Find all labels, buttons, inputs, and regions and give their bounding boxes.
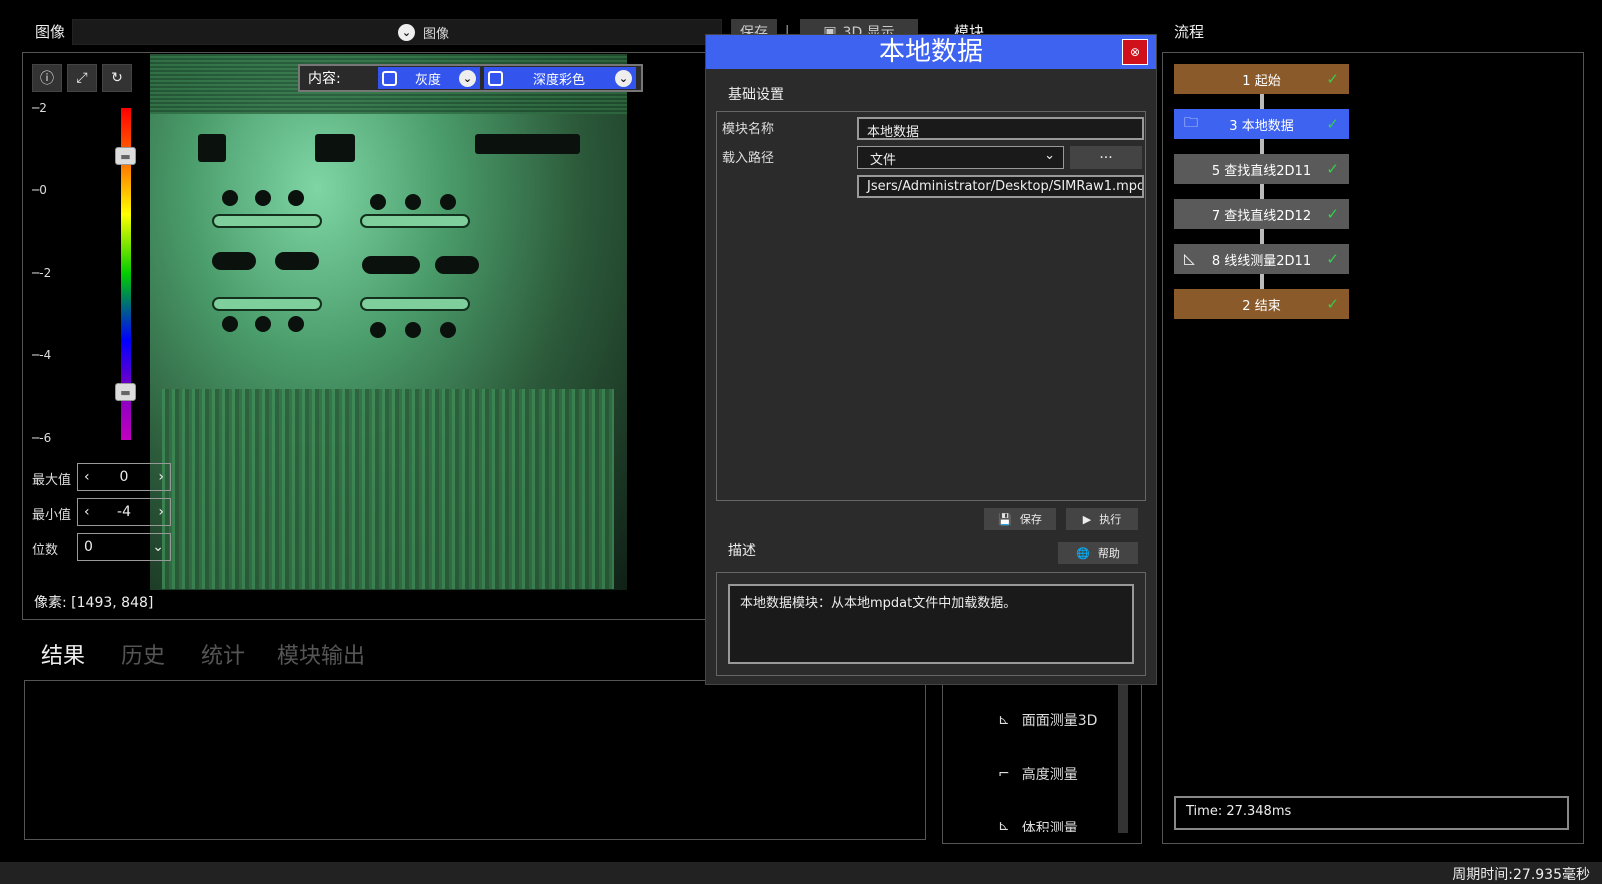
chevron-left-icon[interactable]: ‹ <box>84 469 90 485</box>
refresh-icon[interactable]: ↻ <box>102 64 132 92</box>
globe-icon: 🌐 <box>1076 546 1090 560</box>
content-option-depth[interactable]: 深度彩色 ⌄ <box>484 67 636 89</box>
module-name-label: 模块名称 <box>722 122 775 137</box>
max-value: 0 <box>119 469 129 485</box>
flow-node[interactable]: 1 起始 ✓ <box>1174 64 1349 94</box>
max-stepper[interactable]: ‹ 0 › <box>77 463 171 491</box>
colorbar-tick: ─2 <box>32 101 47 115</box>
content-selector-bar: 内容: 灰度 ⌄ 深度彩色 ⌄ <box>298 64 643 92</box>
chevron-down-icon: ⌄ <box>398 24 415 41</box>
image-source-label: 图像 <box>423 27 450 42</box>
colorbar-min-handle[interactable]: ▬ <box>115 383 136 401</box>
help-button[interactable]: 🌐 帮助 <box>1058 542 1138 564</box>
result-area <box>24 680 926 840</box>
check-icon: ✓ <box>1326 205 1339 223</box>
content-label: 内容: <box>308 71 341 87</box>
chevron-down-icon: ⌄ <box>1044 148 1055 163</box>
tab-history[interactable]: 历史 <box>121 638 165 670</box>
module-item[interactable]: ⌐ 高度测量 <box>998 764 1078 784</box>
load-type-select[interactable]: 文件 ⌄ <box>857 146 1064 169</box>
tab-statistics[interactable]: 统计 <box>201 638 245 670</box>
flow-node[interactable]: 🗀 3 本地数据 ✓ <box>1174 109 1349 139</box>
pixel-readout: 像素: [1493, 848] <box>34 595 154 611</box>
checkbox-icon[interactable] <box>382 70 397 86</box>
path-input[interactable]: Jsers/Administrator/Desktop/SIMRaw1.mpda… <box>857 175 1144 198</box>
folder-icon: 🗀 <box>1184 115 1198 131</box>
chevron-down-icon[interactable]: ⌄ <box>152 539 164 555</box>
description-text: 本地数据模块：从本地mpdat文件中加载数据。 <box>728 584 1134 664</box>
max-label: 最大值 <box>32 473 72 488</box>
colorbar-max-handle[interactable]: ▬ <box>115 147 136 165</box>
digits-label: 位数 <box>32 543 59 558</box>
height-measure-icon: ⌐ <box>998 766 1010 782</box>
content-option-gray[interactable]: 灰度 ⌄ <box>378 67 480 89</box>
flow-time: Time: 27.348ms <box>1174 796 1569 830</box>
image-source-select[interactable]: ⌄ 图像 <box>72 19 722 45</box>
basic-settings-heading: 基础设置 <box>728 87 784 103</box>
digits-select[interactable]: 0 ⌄ <box>77 533 171 561</box>
check-icon: ✓ <box>1326 250 1339 268</box>
info-icon[interactable]: ⓘ <box>32 64 62 92</box>
colorbar-tick: ─-6 <box>32 431 52 445</box>
description-heading: 描述 <box>728 543 756 559</box>
flow-node[interactable]: 7 查找直线2D12 ✓ <box>1174 199 1349 229</box>
chevron-right-icon[interactable]: › <box>158 469 164 485</box>
checkbox-icon[interactable] <box>488 70 503 86</box>
flow-panel-title: 流程 <box>1174 23 1205 41</box>
tab-result[interactable]: 结果 <box>41 638 85 670</box>
check-icon: ✓ <box>1326 70 1339 88</box>
flow-node[interactable]: 5 查找直线2D11 ✓ <box>1174 154 1349 184</box>
check-icon: ✓ <box>1326 295 1339 313</box>
fit-screen-icon[interactable]: ⤢ <box>67 64 97 92</box>
module-name-input[interactable]: 本地数据 <box>857 117 1144 140</box>
play-icon: ▶ <box>1082 512 1092 526</box>
flow-node[interactable]: 2 结束 ✓ <box>1174 289 1349 319</box>
run-button[interactable]: ▶ 执行 <box>1066 508 1138 530</box>
chevron-left-icon[interactable]: ‹ <box>84 504 90 520</box>
save-icon: 💾 <box>998 512 1012 526</box>
chevron-right-icon[interactable]: › <box>158 504 164 520</box>
colorbar-tick: ─-2 <box>32 266 52 280</box>
angle-ruler-icon: ◺ <box>1184 251 1195 267</box>
colorbar-tick: ─-4 <box>32 348 52 362</box>
status-bar: 周期时间:27.935毫秒 <box>0 862 1602 884</box>
close-icon[interactable]: ⊗ <box>1122 39 1148 65</box>
image-panel-title: 图像 <box>35 23 66 41</box>
dialog-save-button[interactable]: 💾 保存 <box>984 508 1056 530</box>
depth-image <box>150 54 627 590</box>
volume-measure-icon: ⊾ <box>998 818 1010 832</box>
browse-button[interactable]: ··· <box>1070 146 1142 169</box>
plane-measure-icon: ⊾ <box>998 712 1010 728</box>
check-icon: ✓ <box>1326 160 1339 178</box>
basic-settings-frame <box>716 111 1146 501</box>
load-path-label: 载入路径 <box>722 151 775 166</box>
dialog-title: 本地数据 <box>706 35 1156 69</box>
scrollbar[interactable] <box>1118 683 1128 833</box>
cycle-time: 周期时间:27.935毫秒 <box>1452 867 1590 883</box>
chevron-down-icon[interactable]: ⌄ <box>459 69 476 87</box>
digits-value: 0 <box>84 539 93 555</box>
tab-module-output[interactable]: 模块输出 <box>277 638 365 670</box>
min-label: 最小值 <box>32 508 72 523</box>
check-icon: ✓ <box>1326 115 1339 133</box>
min-value: -4 <box>117 504 131 520</box>
chevron-down-icon[interactable]: ⌄ <box>615 69 632 87</box>
colorbar-tick: ─0 <box>32 183 47 197</box>
module-item[interactable]: ⊾ 体积测量 <box>998 818 1078 832</box>
module-item[interactable]: ⊾ 面面测量3D <box>998 710 1097 730</box>
flow-node[interactable]: ◺ 8 线线测量2D11 ✓ <box>1174 244 1349 274</box>
min-stepper[interactable]: ‹ -4 › <box>77 498 171 526</box>
local-data-dialog: 本地数据 ⊗ 基础设置 模块名称 本地数据 载入路径 文件 ⌄ ··· Jser… <box>705 34 1157 685</box>
